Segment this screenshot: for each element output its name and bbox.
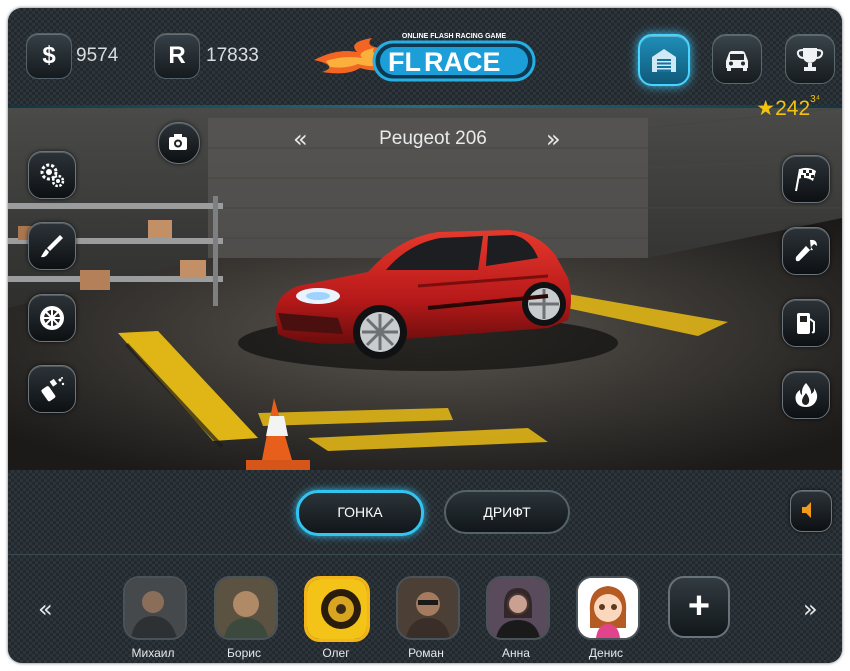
- tuning-button[interactable]: [28, 151, 76, 199]
- friend-avatar[interactable]: [396, 576, 460, 640]
- nitro-button[interactable]: [782, 371, 830, 419]
- next-car-arrow[interactable]: »: [546, 125, 561, 153]
- flrace-logo: ONLINE FLASH RACING GAME FL RACE: [312, 28, 542, 90]
- garage-button[interactable]: [638, 34, 690, 86]
- vinyl-button[interactable]: [28, 365, 76, 413]
- wheel-icon: [40, 306, 64, 330]
- repair-button[interactable]: [782, 227, 830, 275]
- drift-mode-button[interactable]: ДРИФТ: [444, 490, 570, 534]
- friend-name: Денис: [588, 646, 624, 660]
- friend-avatar[interactable]: [123, 576, 187, 640]
- game-frame: $ 9574 R 17833 ONLINE FLASH RACING GAME …: [8, 8, 842, 663]
- friends-next-arrow[interactable]: »: [803, 595, 818, 623]
- dollar-icon: $: [26, 33, 72, 79]
- friend-name: Роман: [408, 646, 444, 660]
- screenshot-button[interactable]: [158, 122, 200, 164]
- logo-brand-right: RACE: [424, 47, 501, 77]
- friend-avatar[interactable]: [304, 576, 370, 642]
- logo-tagline: ONLINE FLASH RACING GAME: [402, 33, 507, 40]
- car-name: Peugeot 206: [379, 128, 487, 149]
- paint-button[interactable]: [28, 222, 76, 270]
- race-flag-icon: [795, 167, 816, 192]
- nitro-flame-icon: [795, 383, 818, 407]
- speaker-icon: [802, 502, 811, 518]
- wheels-button[interactable]: [28, 294, 76, 342]
- gears-icon: [40, 163, 65, 188]
- reputation-icon: R: [154, 33, 200, 79]
- star-icon: ★: [756, 97, 776, 120]
- friend-name: Олег: [322, 646, 350, 660]
- reputation-balance: 17833: [206, 45, 259, 66]
- race-mode-button[interactable]: ГОНКА: [296, 490, 424, 536]
- plus-icon: +: [687, 585, 711, 627]
- trophy-icon: [796, 48, 824, 71]
- spray-icon: [41, 377, 65, 402]
- friend-name: Борис: [227, 646, 261, 660]
- rating-sup: 3⁴: [810, 94, 820, 105]
- friend-avatar[interactable]: [486, 576, 550, 640]
- logo-brand-left: FL: [388, 47, 421, 77]
- friend-name: Анна: [502, 646, 530, 660]
- car-icon: [726, 51, 748, 71]
- wrench-icon: [795, 239, 817, 262]
- dollar-balance: 9574: [76, 45, 119, 66]
- paintbrush-icon: [41, 235, 63, 258]
- trophy-button[interactable]: [785, 34, 835, 84]
- friend-name: Михаил: [131, 646, 175, 660]
- cars-button[interactable]: [712, 34, 762, 84]
- race-setup-button[interactable]: [782, 155, 830, 203]
- friends-prev-arrow[interactable]: «: [38, 595, 53, 623]
- friend-avatar[interactable]: [576, 576, 640, 640]
- prev-car-arrow[interactable]: «: [293, 125, 308, 153]
- fuel-icon: [797, 313, 815, 334]
- garage-scene: [8, 108, 842, 470]
- rating-display: ★2423⁴: [756, 94, 820, 121]
- garage-icon: [652, 49, 676, 72]
- camera-icon: [169, 134, 187, 150]
- fuel-button[interactable]: [782, 299, 830, 347]
- mode-bar: [8, 470, 842, 554]
- add-friend-button[interactable]: +: [668, 576, 730, 638]
- friend-avatar[interactable]: [214, 576, 278, 640]
- sound-button[interactable]: [790, 490, 832, 532]
- rating-value: 242: [775, 97, 811, 120]
